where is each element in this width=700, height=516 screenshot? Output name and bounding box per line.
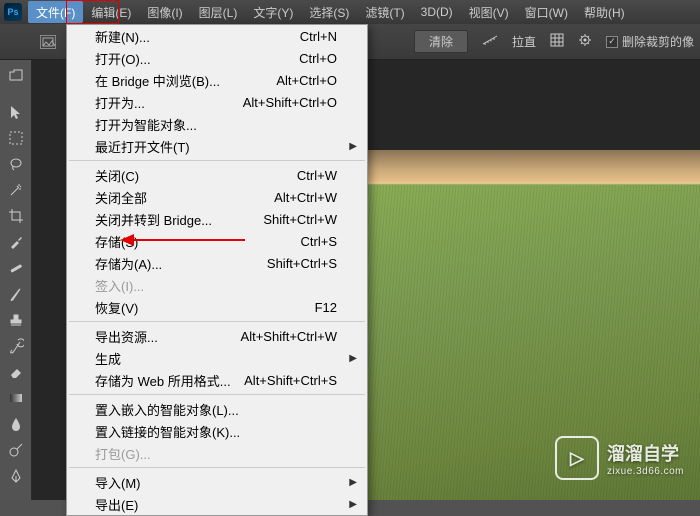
file-menu-item[interactable]: 恢复(V)F12 <box>67 296 367 318</box>
file-menu-item: 打包(G)... <box>67 442 367 464</box>
history-brush-tool-icon[interactable] <box>4 334 28 358</box>
lasso-tool-icon[interactable] <box>4 152 28 176</box>
menu-shortcut: Alt+Ctrl+W <box>274 190 337 205</box>
submenu-arrow-icon: ▶ <box>349 353 357 364</box>
file-menu-item[interactable]: 导入(M)▶ <box>67 471 367 493</box>
watermark: ▷ 溜溜自学 zixue.3d66.com <box>555 436 684 480</box>
gear-icon[interactable] <box>578 33 592 50</box>
file-menu-item[interactable]: 置入链接的智能对象(K)... <box>67 420 367 442</box>
menu-shortcut: Ctrl+N <box>300 29 337 44</box>
file-menu-item[interactable]: 最近打开文件(T)▶ <box>67 135 367 157</box>
menu-shortcut: Shift+Ctrl+S <box>267 256 337 271</box>
crop-icon[interactable] <box>40 35 56 49</box>
file-menu-item[interactable]: 打开为...Alt+Shift+Ctrl+O <box>67 91 367 113</box>
watermark-title: 溜溜自学 <box>607 440 684 466</box>
file-menu-item[interactable]: 打开为智能对象... <box>67 113 367 135</box>
brush-tool-icon[interactable] <box>4 282 28 306</box>
menu-help[interactable]: 帮助(H) <box>576 1 633 23</box>
menu-shortcut: Ctrl+S <box>301 234 337 249</box>
submenu-arrow-icon: ▶ <box>349 141 357 152</box>
menu-image[interactable]: 图像(I) <box>139 1 190 23</box>
file-menu-item[interactable]: 在 Bridge 中浏览(B)...Alt+Ctrl+O <box>67 69 367 91</box>
crop-tool-icon[interactable] <box>4 204 28 228</box>
file-menu-item[interactable]: 关闭(C)Ctrl+W <box>67 164 367 186</box>
stamp-tool-icon[interactable] <box>4 308 28 332</box>
menu-file[interactable]: 文件(F) <box>28 1 83 23</box>
menu-view[interactable]: 视图(V) <box>461 1 517 23</box>
menu-window[interactable]: 窗口(W) <box>517 1 576 23</box>
pen-tool-icon[interactable] <box>4 464 28 488</box>
dodge-tool-icon[interactable] <box>4 438 28 462</box>
app-icon: Ps <box>4 3 22 21</box>
eyedropper-tool-icon[interactable] <box>4 230 28 254</box>
menu-shortcut: Alt+Shift+Ctrl+W <box>241 329 337 344</box>
move-tool-icon[interactable] <box>4 100 28 124</box>
tools-panel <box>0 60 32 500</box>
heal-tool-icon[interactable] <box>4 256 28 280</box>
file-menu-item[interactable]: 存储为(A)...Shift+Ctrl+S <box>67 252 367 274</box>
menu-filter[interactable]: 滤镜(T) <box>357 1 412 23</box>
marquee-tool-icon[interactable] <box>4 126 28 150</box>
watermark-logo-icon: ▷ <box>555 436 599 480</box>
menu-separator <box>69 160 365 161</box>
wand-tool-icon[interactable] <box>4 178 28 202</box>
delete-cropped-checkbox[interactable]: ✓ 删除裁剪的像 <box>606 33 694 50</box>
gradient-tool-icon[interactable] <box>4 386 28 410</box>
menu-separator <box>69 394 365 395</box>
file-menu-item[interactable]: 关闭全部Alt+Ctrl+W <box>67 186 367 208</box>
menu-shortcut: F12 <box>315 300 337 315</box>
submenu-arrow-icon: ▶ <box>349 499 357 510</box>
menu-layer[interactable]: 图层(L) <box>191 1 246 23</box>
top-menubar: Ps 文件(F) 编辑(E) 图像(I) 图层(L) 文字(Y) 选择(S) 滤… <box>0 0 700 24</box>
menu-shortcut: Alt+Ctrl+O <box>276 73 337 88</box>
file-menu-item[interactable]: 打开(O)...Ctrl+O <box>67 47 367 69</box>
file-menu-item[interactable]: 存储为 Web 所用格式...Alt+Shift+Ctrl+S <box>67 369 367 391</box>
watermark-sub: zixue.3d66.com <box>607 466 684 477</box>
menu-select[interactable]: 选择(S) <box>301 1 357 23</box>
clear-button[interactable]: 清除 <box>414 30 468 53</box>
file-menu-item[interactable]: 关闭并转到 Bridge...Shift+Ctrl+W <box>67 208 367 230</box>
menu-edit[interactable]: 编辑(E) <box>83 1 139 23</box>
menu-type[interactable]: 文字(Y) <box>245 1 301 23</box>
menu-shortcut: Alt+Shift+Ctrl+S <box>244 373 337 388</box>
menu-shortcut: Ctrl+O <box>299 51 337 66</box>
menu-3d[interactable]: 3D(D) <box>413 1 461 23</box>
tool-tabs-icon[interactable] <box>4 64 28 88</box>
blur-tool-icon[interactable] <box>4 412 28 436</box>
eraser-tool-icon[interactable] <box>4 360 28 384</box>
straighten-label: 拉直 <box>512 33 536 50</box>
file-menu-item[interactable]: 新建(N)...Ctrl+N <box>67 25 367 47</box>
file-menu-item[interactable]: 导出(E)▶ <box>67 493 367 515</box>
grid-icon[interactable] <box>550 33 564 50</box>
file-menu-item: 签入(I)... <box>67 274 367 296</box>
file-menu-item[interactable]: 存储(S)Ctrl+S <box>67 230 367 252</box>
submenu-arrow-icon: ▶ <box>349 477 357 488</box>
file-menu-item[interactable]: 生成▶ <box>67 347 367 369</box>
menu-shortcut: Shift+Ctrl+W <box>263 212 337 227</box>
menu-separator <box>69 321 365 322</box>
menu-shortcut: Ctrl+W <box>297 168 337 183</box>
file-menu-item[interactable]: 置入嵌入的智能对象(L)... <box>67 398 367 420</box>
straighten-icon[interactable] <box>482 33 498 50</box>
menu-separator <box>69 467 365 468</box>
file-menu-dropdown: 新建(N)...Ctrl+N打开(O)...Ctrl+O在 Bridge 中浏览… <box>66 24 368 516</box>
menu-shortcut: Alt+Shift+Ctrl+O <box>243 95 337 110</box>
file-menu-item[interactable]: 导出资源...Alt+Shift+Ctrl+W <box>67 325 367 347</box>
